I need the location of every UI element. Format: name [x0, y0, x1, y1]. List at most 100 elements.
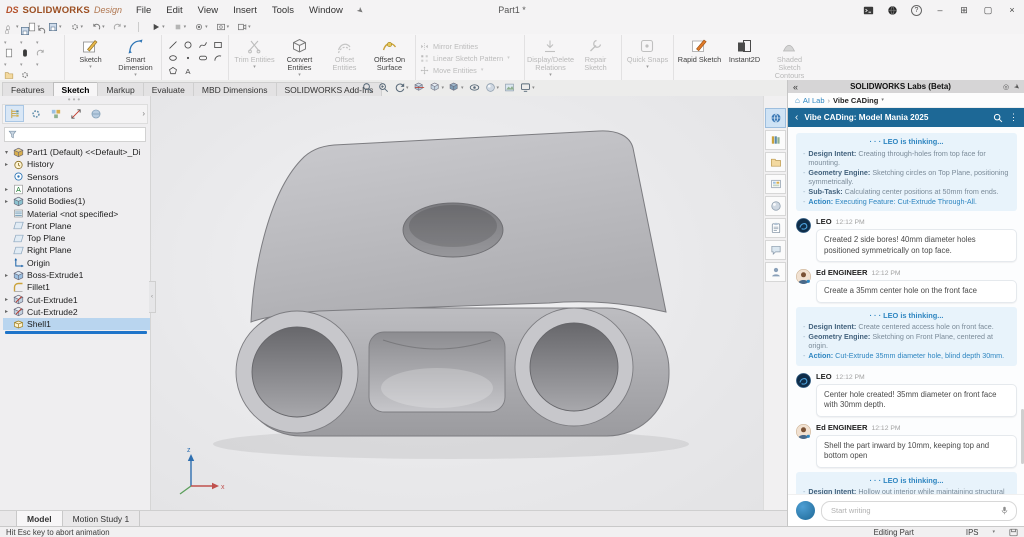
chat-search-icon[interactable] — [993, 113, 1003, 123]
chat-back-icon[interactable]: ‹ — [795, 112, 798, 123]
tree-item-cut-extrude1[interactable]: ▸ Cut-Extrude1 — [3, 294, 150, 306]
tree-filter[interactable] — [4, 126, 146, 142]
tree-item-top-plane[interactable]: Top Plane — [3, 232, 150, 244]
zoom-fit-icon[interactable] — [362, 82, 373, 93]
pill-icon[interactable]: ▾ — [20, 48, 30, 68]
propertymanager-tab[interactable] — [27, 106, 44, 121]
tab-evaluate[interactable]: Evaluate — [142, 81, 194, 96]
capture-icon[interactable]: ▾ — [216, 22, 229, 32]
tab-mbd-dimensions[interactable]: MBD Dimensions — [192, 81, 277, 96]
part-model[interactable] — [213, 130, 689, 459]
tree-item-boss-extrude1[interactable]: ▸ Boss-Extrude1 — [3, 269, 150, 281]
tab-features[interactable]: Features — [2, 81, 54, 96]
rollback-bar[interactable] — [5, 331, 147, 335]
menu-view[interactable]: View — [198, 5, 218, 16]
chat-input-pill[interactable] — [821, 500, 1017, 521]
breadcrumb-ai-lab[interactable]: AI Lab — [803, 96, 825, 105]
layout-icon[interactable]: ⊞ — [958, 5, 970, 16]
minimize-icon[interactable]: – — [934, 5, 946, 15]
save-icon[interactable]: ▾ — [20, 26, 30, 46]
breadcrumb-current[interactable]: Vibe CADing — [833, 96, 878, 105]
edit-appearance-icon[interactable]: ▾ — [485, 82, 499, 93]
menu-window[interactable]: Window — [309, 5, 343, 16]
sketch-entity-circle-icon[interactable] — [180, 39, 195, 52]
tab-markup[interactable]: Markup — [97, 81, 144, 96]
sketch-entity-point-icon[interactable] — [180, 52, 195, 65]
sketch-entity-spline-icon[interactable] — [195, 39, 210, 52]
tree-item-shell1[interactable]: Shell1 — [3, 318, 150, 331]
fm-tabs-overflow-icon[interactable]: › — [142, 109, 145, 118]
tree-item-annotations[interactable]: ▸ A Annotations — [3, 183, 150, 195]
dimxpertmanager-tab[interactable] — [67, 106, 84, 121]
configurationmanager-tab[interactable] — [47, 106, 64, 121]
view-orientation-icon[interactable]: ▾ — [429, 82, 444, 93]
file-explorer-tab[interactable] — [765, 151, 786, 172]
display-style-icon[interactable]: ▾ — [449, 82, 464, 93]
tree-root-part1[interactable]: ▾ Part1 (Default) <<Default>_Di — [3, 146, 150, 158]
panel-drag-handle[interactable]: ••• — [0, 95, 150, 103]
sketch-entity-textA-icon[interactable]: A — [180, 65, 195, 78]
tree-item-fillet1[interactable]: Fillet1 — [3, 281, 150, 293]
chat-messages[interactable]: · · · LEO is thinking... - Design Intent: … — [788, 127, 1024, 494]
redo-icon[interactable]: ▾ — [113, 22, 126, 32]
home-icon[interactable]: ⌂ — [795, 96, 800, 105]
design-library-tab[interactable] — [765, 129, 786, 150]
play-icon[interactable]: ▾ — [151, 22, 165, 32]
settings-icon[interactable]: ▾ — [70, 22, 83, 32]
undo-icon[interactable]: ▾ — [91, 22, 105, 32]
help-icon[interactable]: ? — [911, 4, 922, 16]
sketch-entity-poly-icon[interactable] — [165, 65, 180, 78]
rapid-sketch-button[interactable]: Rapid Sketch — [677, 35, 722, 81]
breadcrumb-caret-icon[interactable]: ▾ — [881, 97, 884, 103]
tree-item-front-plane[interactable]: Front Plane — [3, 220, 150, 232]
record-icon[interactable]: ▾ — [194, 22, 208, 32]
section-view-icon[interactable] — [413, 82, 425, 93]
menu-edit[interactable]: Edit — [166, 5, 182, 16]
featuremanager-tab[interactable] — [5, 105, 24, 123]
sketch-entity-rect-icon[interactable] — [210, 39, 225, 52]
convert-entities-button[interactable]: Convert Entities ▾ — [277, 35, 322, 81]
status-tag-icon[interactable] — [1009, 528, 1018, 537]
user-profile-tab[interactable] — [765, 261, 786, 282]
console-icon[interactable] — [863, 5, 875, 16]
pin-menu-icon[interactable]: ➤ — [355, 4, 366, 15]
chat-menu-icon[interactable]: ⋮ — [1009, 112, 1018, 123]
bottom-tab-model[interactable]: Model — [16, 511, 63, 526]
chat-input[interactable] — [829, 505, 995, 516]
apply-scene-icon[interactable] — [504, 82, 515, 93]
sketch-entity-line-icon[interactable] — [165, 39, 180, 52]
tree-item-material-not-specified-[interactable]: Material <not specified> — [3, 207, 150, 219]
view-settings-icon[interactable]: ▾ — [520, 82, 535, 93]
labs-options-icon[interactable]: ◎ — [1003, 83, 1009, 91]
microphone-icon[interactable] — [1000, 505, 1009, 516]
tree-item-history[interactable]: ▸ History — [3, 158, 150, 170]
menu-file[interactable]: File — [136, 5, 151, 16]
sketch-entity-arc-icon[interactable] — [210, 52, 225, 65]
sketch-entity-ellipse-icon[interactable] — [165, 52, 180, 65]
sketch-entity-slot-icon[interactable] — [195, 52, 210, 65]
tree-item-origin[interactable]: Origin — [3, 257, 150, 269]
custom-properties-tab[interactable] — [765, 217, 786, 238]
menu-tools[interactable]: Tools — [272, 5, 294, 16]
menu-insert[interactable]: Insert — [233, 5, 257, 16]
collapse-panel-icon[interactable]: « — [793, 82, 798, 92]
labs-pin-icon[interactable]: ➤ — [1012, 82, 1022, 91]
home-icon[interactable]: ⌂ ▾ — [4, 26, 14, 46]
video-settings-icon[interactable]: ▾ — [237, 22, 251, 32]
bottom-tab-motion-study-1[interactable]: Motion Study 1 — [63, 511, 141, 526]
units-caret-icon[interactable]: ▾ — [992, 529, 995, 535]
tree-item-solid-bodies-1-[interactable]: ▸ Solid Bodies(1) — [3, 195, 150, 207]
tree-item-sensors[interactable]: Sensors — [3, 171, 150, 183]
zoom-area-icon[interactable] — [378, 82, 389, 93]
redo-icon[interactable]: ▾ — [36, 48, 46, 68]
new-document-icon[interactable]: ▾ — [4, 48, 14, 68]
restore-icon[interactable]: ▢ — [982, 5, 994, 16]
globe-icon[interactable] — [887, 5, 899, 16]
forum-tab[interactable] — [765, 239, 786, 260]
threedexperience-tab[interactable] — [765, 107, 786, 128]
undo-icon[interactable]: ▾ — [36, 26, 46, 46]
status-units[interactable]: IPS — [966, 528, 979, 537]
previous-view-icon[interactable]: ▾ — [394, 82, 409, 93]
offset-on-surface-button[interactable]: Offset On Surface — [367, 35, 412, 81]
instant2d-button[interactable]: Instant2D — [722, 35, 767, 81]
